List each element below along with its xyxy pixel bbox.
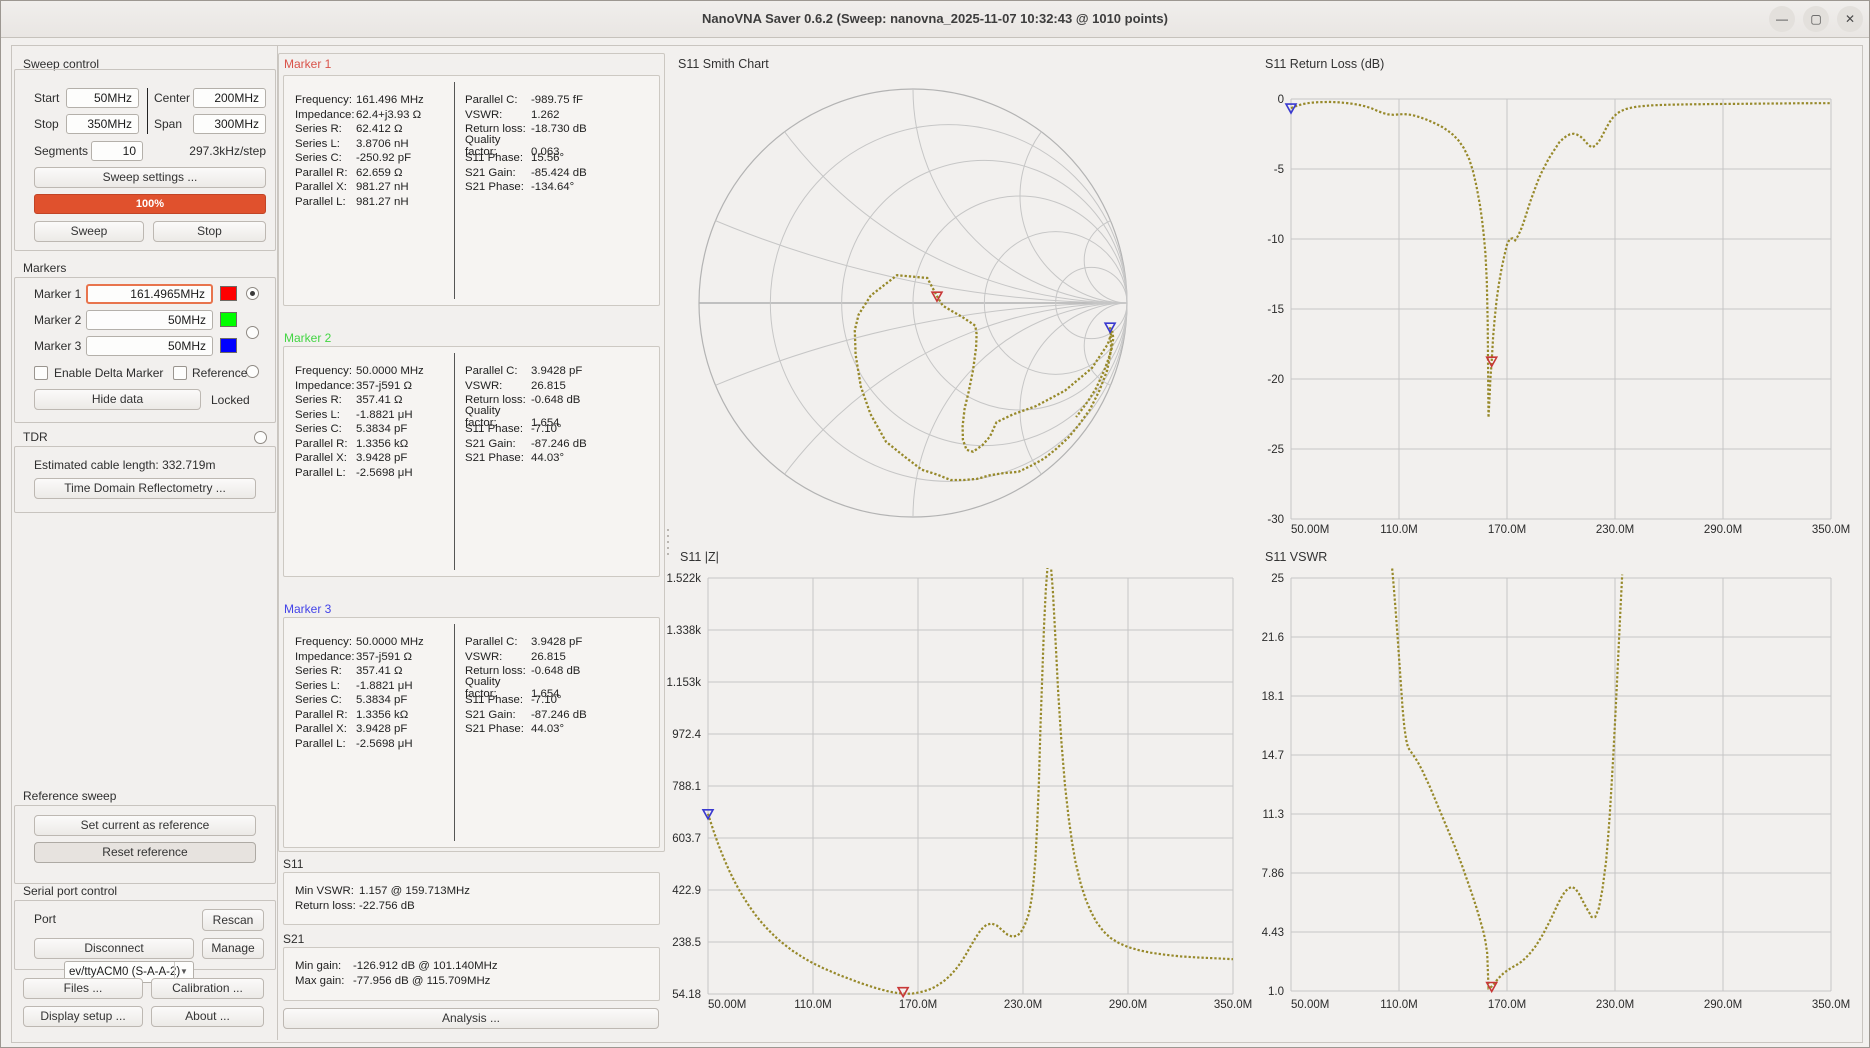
close-icon[interactable]: ✕ [1837,6,1863,32]
minimize-icon[interactable]: — [1769,6,1795,32]
app-window: NanoVNA Saver 0.6.2 (Sweep: nanovna_2025… [0,0,1870,1048]
vswr-chart[interactable] [1265,557,1855,1027]
z-chart[interactable] [675,557,1253,1027]
window-title: NanoVNA Saver 0.6.2 (Sweep: nanovna_2025… [1,1,1869,37]
maximize-icon[interactable]: ▢ [1803,6,1829,32]
return-loss-chart[interactable] [1265,73,1855,543]
smith-chart[interactable] [675,73,1253,543]
title-bar[interactable]: NanoVNA Saver 0.6.2 (Sweep: nanovna_2025… [1,1,1869,38]
